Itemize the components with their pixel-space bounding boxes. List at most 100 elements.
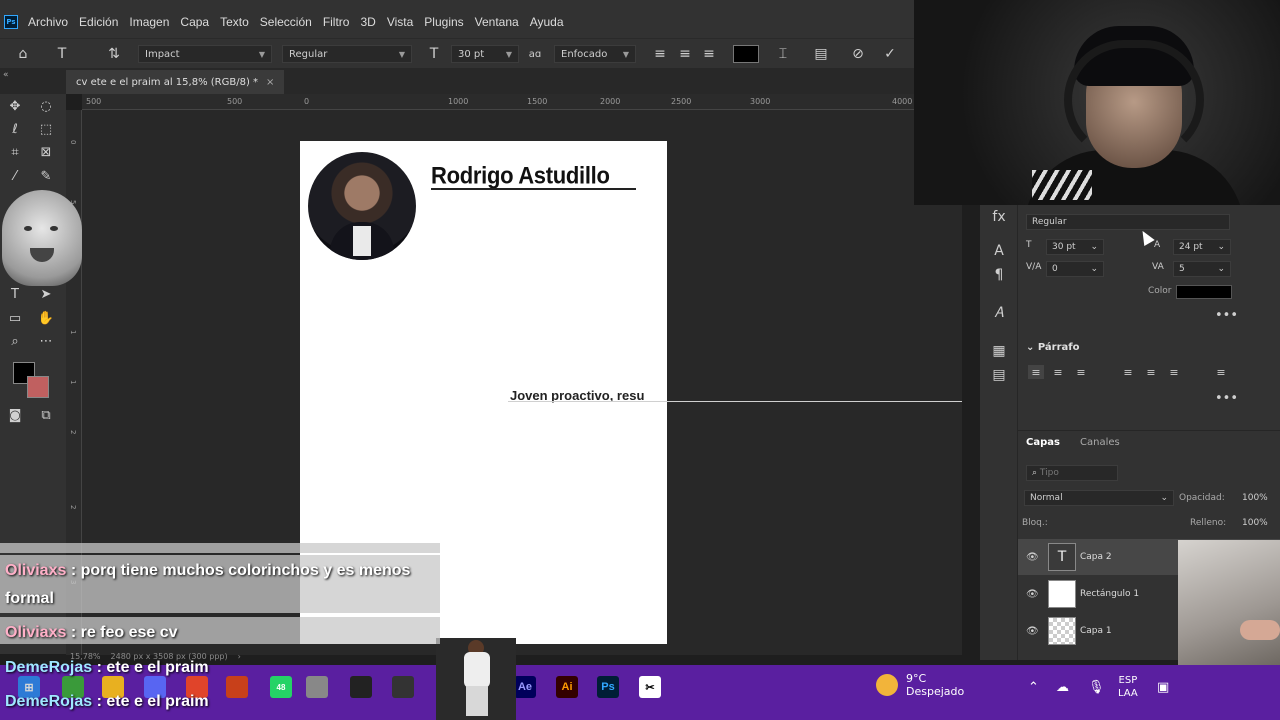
justify-all-icon[interactable]: ≡	[1213, 365, 1229, 379]
move-tool-icon[interactable]: ✥	[5, 96, 25, 116]
more-tools-icon[interactable]: ⋯	[36, 331, 56, 351]
align-right-icon[interactable]: ≡	[1073, 365, 1089, 379]
align-center-icon[interactable]: ≡	[676, 45, 694, 63]
more-options-icon[interactable]: •••	[1215, 308, 1238, 323]
home-icon[interactable]: ⌂	[14, 45, 32, 63]
ruler-label: 3000	[750, 97, 771, 106]
font-style-field[interactable]: Regular	[1026, 214, 1230, 230]
tab-capas[interactable]: Capas	[1026, 437, 1060, 448]
menu-ventana[interactable]: Ventana	[475, 15, 519, 29]
libraries-icon[interactable]: ▦	[989, 341, 1009, 361]
leading-field[interactable]: 24 pt ⌄	[1173, 239, 1231, 255]
chat-username: Oliviaxs	[5, 624, 67, 641]
menu-filtro[interactable]: Filtro	[323, 15, 350, 29]
frame-tool-icon[interactable]: ⊠	[36, 142, 56, 162]
blend-mode-select[interactable]: Normal ⌄	[1024, 490, 1174, 506]
character-panel-icon[interactable]: ▤	[812, 45, 830, 63]
ruler-label: 1	[69, 330, 77, 335]
character-icon[interactable]: A	[989, 241, 1009, 261]
text-color-swatch[interactable]	[1176, 285, 1232, 299]
after-effects-icon[interactable]: Ae	[514, 676, 536, 698]
document-tab[interactable]: cv ete e el praim al 15,8% (RGB/8) * ×	[66, 70, 285, 94]
commit-check-icon[interactable]: ✓	[881, 45, 899, 63]
menu-texto[interactable]: Texto	[220, 15, 249, 29]
microphone-icon[interactable]: 🎙	[1088, 680, 1105, 695]
healing-brush-icon[interactable]: ✎	[36, 166, 56, 186]
justify-right-icon[interactable]: ≡	[1166, 365, 1182, 379]
profile-photo[interactable]	[308, 152, 416, 260]
menu-capa[interactable]: Capa	[180, 15, 209, 29]
fx-icon[interactable]: fx	[989, 207, 1009, 227]
close-icon[interactable]: ×	[266, 77, 274, 88]
justify-center-icon[interactable]: ≡	[1143, 365, 1159, 379]
paragraph-icon[interactable]: ¶	[989, 265, 1009, 285]
text-orientation-icon[interactable]: ⇅	[105, 45, 123, 63]
quick-mask-icon[interactable]: ◙	[5, 405, 25, 425]
menu-archivo[interactable]: Archivo	[28, 15, 68, 29]
justify-left-icon[interactable]: ≡	[1120, 365, 1136, 379]
menu-vista[interactable]: Vista	[387, 15, 413, 29]
language-code: ESP	[1118, 675, 1138, 686]
background-color-swatch[interactable]	[27, 376, 49, 398]
hand-tool-icon[interactable]: ✋	[36, 308, 56, 328]
align-center-icon[interactable]: ≡	[1050, 365, 1066, 379]
capcut-icon[interactable]: ✂	[639, 676, 661, 698]
align-right-icon[interactable]: ≡	[700, 45, 718, 63]
collapse-panel-icon[interactable]: «	[3, 70, 9, 80]
opacity-value[interactable]: 100%	[1242, 493, 1268, 503]
text-color-swatch[interactable]	[733, 45, 759, 63]
notifications-icon[interactable]: ▣	[1157, 680, 1169, 695]
warp-text-icon[interactable]: ⌶	[774, 45, 792, 63]
tracking-field[interactable]: 5 ⌄	[1173, 261, 1231, 277]
menu-3d[interactable]: 3D	[360, 15, 375, 29]
cv-name-title[interactable]: Rodrigo Astudillo	[431, 162, 610, 191]
chat-text: : re feo ese cv	[66, 624, 178, 641]
screen-mode-icon[interactable]: ⧉	[36, 405, 56, 425]
layer-filter-placeholder: Tipo	[1039, 468, 1059, 478]
marquee-tool-icon[interactable]: ◌	[36, 96, 56, 116]
text-tool-icon[interactable]: T	[53, 45, 71, 63]
anti-alias-select[interactable]: Enfocado ▼	[554, 45, 636, 63]
dancer-legs	[466, 686, 488, 716]
align-left-icon[interactable]: ≡	[651, 45, 669, 63]
language-indicator[interactable]: ESP LAA	[1118, 674, 1138, 700]
tracking-value: 5	[1179, 264, 1185, 274]
notes-icon[interactable]: ▤	[989, 365, 1009, 385]
layer-filter-input[interactable]: ⌕ Tipo	[1026, 465, 1118, 481]
rectangle-tool-icon[interactable]: ▭	[5, 308, 25, 328]
photoshop-taskbar-icon[interactable]: Ps	[597, 676, 619, 698]
chevron-up-icon[interactable]: ⌃	[1028, 680, 1039, 695]
font-size-icon: T	[429, 46, 439, 62]
align-left-icon[interactable]: ≡	[1028, 365, 1044, 379]
eye-icon[interactable]: 👁	[1026, 589, 1039, 600]
eye-icon[interactable]: 👁	[1026, 552, 1039, 563]
tab-canales[interactable]: Canales	[1080, 437, 1120, 448]
object-select-tool-icon[interactable]: ⬚	[36, 119, 56, 139]
eyedropper-tool-icon[interactable]: ⁄	[5, 166, 25, 186]
weather-widget[interactable]: 9°C Despejado	[876, 672, 964, 698]
menu-imagen[interactable]: Imagen	[129, 15, 169, 29]
illustrator-icon[interactable]: Ai	[556, 676, 578, 698]
font-family-select[interactable]: Impact ▼	[138, 45, 272, 63]
glyphs-icon[interactable]: 𝐴	[989, 303, 1009, 323]
font-style-select[interactable]: Regular ▼	[282, 45, 412, 63]
path-selection-icon[interactable]: ➤	[36, 284, 56, 304]
type-tool-icon[interactable]: T	[5, 284, 25, 304]
crop-tool-icon[interactable]: ⌗	[5, 142, 25, 162]
cloud-icon[interactable]: ☁	[1056, 680, 1069, 695]
size-field[interactable]: 30 pt ⌄	[1046, 239, 1104, 255]
menu-plugins[interactable]: Plugins	[424, 15, 463, 29]
zoom-tool-icon[interactable]: ⌕	[5, 331, 25, 351]
menu-seleccion[interactable]: Selección	[260, 15, 312, 29]
kerning-field[interactable]: 0 ⌄	[1046, 261, 1104, 277]
lasso-tool-icon[interactable]: ℓ	[5, 119, 25, 139]
fill-value[interactable]: 100%	[1242, 518, 1268, 528]
more-options-icon[interactable]: •••	[1215, 391, 1238, 406]
chat-message: DemeRojas : ete e el praim	[5, 688, 435, 716]
menu-edicion[interactable]: Edición	[79, 15, 118, 29]
menu-ayuda[interactable]: Ayuda	[530, 15, 564, 29]
font-size-select[interactable]: 30 pt ▼	[451, 45, 519, 63]
cancel-icon[interactable]: ⊘	[849, 45, 867, 63]
paragraph-section-title[interactable]: ⌄ Párrafo	[1026, 342, 1080, 353]
eye-icon[interactable]: 👁	[1026, 626, 1039, 637]
